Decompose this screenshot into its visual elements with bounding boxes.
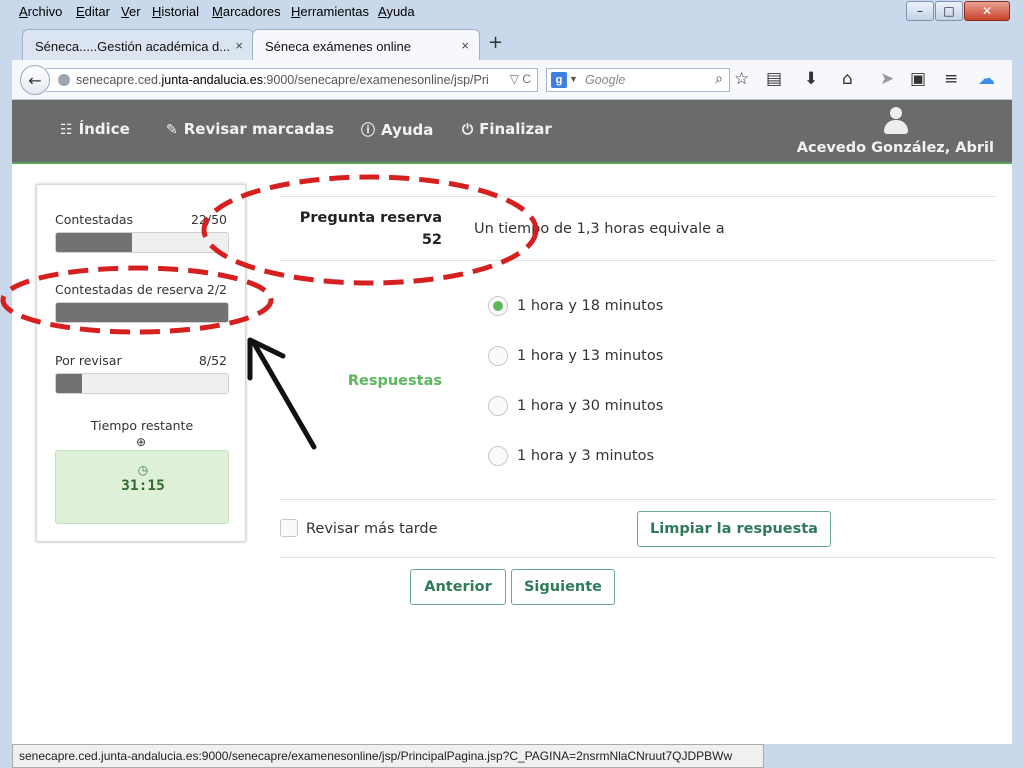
previous-button[interactable]: Anterior — [410, 569, 506, 605]
nav-label: Finalizar — [479, 120, 552, 138]
new-tab-button[interactable]: + — [488, 32, 503, 53]
divider — [280, 557, 996, 558]
time-remaining-value: 31:15 — [121, 478, 165, 494]
answer-option-1[interactable]: 1 hora y 18 minutos — [488, 295, 663, 317]
globe-icon — [58, 74, 70, 86]
maximize-button[interactable]: □ — [935, 1, 963, 21]
timer-box: ◷ 31:15 — [55, 450, 229, 524]
tab-seneca-gestion[interactable]: Séneca.....Gestión académica d... × — [22, 29, 254, 60]
divider — [280, 260, 996, 261]
clear-answer-button[interactable]: Limpiar la respuesta — [637, 511, 831, 547]
nav-label: Revisar marcadas — [183, 120, 334, 138]
exam-header: ☷ Índice ✎ Revisar marcadas ⓘ Ayuda ⏻ Finali… — [12, 100, 1012, 164]
radio-button[interactable] — [488, 346, 508, 366]
nav-finalizar[interactable]: ⏻ Finalizar — [462, 120, 552, 138]
search-icon[interactable]: ⌕ — [715, 70, 723, 87]
menu-ayuda[interactable]: Ayuda — [378, 4, 415, 19]
bookmarks-list-icon[interactable]: ▤ — [766, 70, 782, 88]
question-number: 52 — [421, 232, 442, 248]
search-input[interactable]: g ▼ Google ⌕ — [546, 68, 730, 92]
reserve-progress-bar — [55, 302, 229, 323]
answers-label: Respuestas — [347, 373, 442, 389]
review-label: Por revisar — [55, 353, 122, 368]
chevron-down-icon[interactable]: ▼ — [569, 74, 578, 84]
nav-label: Índice — [78, 120, 130, 138]
clock-icon: ◷ — [137, 463, 149, 477]
nav-ayuda[interactable]: ⓘ Ayuda — [361, 120, 433, 140]
question-text: Un tiempo de 1,3 horas equivale a — [474, 221, 725, 237]
close-window-button[interactable]: ✕ — [964, 1, 1010, 21]
reload-icon[interactable]: ▽ C — [510, 72, 531, 86]
tab-seneca-examenes[interactable]: Séneca exámenes online × — [252, 29, 480, 60]
zoom-in-icon[interactable]: ⊕ — [136, 435, 146, 449]
download-icon[interactable]: ⬇ — [804, 70, 818, 88]
answer-label: 1 hora y 3 minutos — [517, 448, 655, 464]
tab-label: Séneca exámenes online — [265, 39, 411, 54]
menu-marcadores[interactable]: Marcadores — [212, 4, 281, 19]
answered-count: 22/50 — [190, 212, 227, 227]
back-arrow-icon: ← — [28, 70, 42, 90]
tab-strip: Séneca.....Gestión académica d... × Séne… — [0, 26, 1024, 60]
address-bar[interactable]: senecapre.ced.junta-andalucia.es:9000/se… — [46, 68, 538, 92]
answer-label: 1 hora y 30 minutos — [517, 398, 664, 414]
divider — [280, 499, 996, 500]
menu-herramientas[interactable]: Herramientas — [291, 4, 369, 19]
menu-archivo[interactable]: Archivo — [19, 4, 62, 19]
google-icon: g — [551, 72, 567, 88]
minimize-button[interactable]: – — [906, 1, 934, 21]
menu-bar: Archivo Editar Ver Historial Marcadores … — [0, 0, 1024, 24]
menu-historial[interactable]: Historial — [152, 4, 199, 19]
answer-option-2[interactable]: 1 hora y 13 minutos — [488, 345, 663, 367]
question-title: Pregunta reserva — [299, 210, 442, 226]
divider — [280, 196, 996, 197]
review-progress-bar — [55, 373, 229, 394]
answered-label: Contestadas — [55, 212, 134, 227]
navigation-bar: senecapre.ced.junta-andalucia.es:9000/se… — [12, 60, 1012, 100]
answer-label: 1 hora y 18 minutos — [517, 298, 664, 314]
url-domain: junta-andalucia.es — [161, 73, 263, 87]
search-placeholder: Google — [585, 73, 626, 87]
time-remaining-label: Tiempo restante — [90, 418, 194, 433]
review-count: 8/52 — [198, 353, 227, 368]
tab-label: Séneca.....Gestión académica d... — [35, 39, 231, 54]
exam-page: ☷ Índice ✎ Revisar marcadas ⓘ Ayuda ⏻ Finali… — [12, 100, 1012, 744]
tab-close-icon[interactable]: × — [235, 38, 243, 53]
cloud-icon[interactable]: ☁ — [978, 70, 995, 88]
screenshot-icon[interactable]: ▣ — [910, 70, 926, 88]
user-icon — [883, 107, 909, 135]
answer-label: 1 hora y 13 minutos — [517, 348, 664, 364]
sitemap-icon: ☷ — [60, 122, 73, 138]
reserve-label: Contestadas de reserva — [55, 282, 204, 297]
menu-icon[interactable]: ≡ — [944, 70, 958, 88]
reserve-count: 2/2 — [206, 282, 227, 297]
review-later-checkbox[interactable] — [280, 519, 298, 537]
menu-ver[interactable]: Ver — [121, 4, 141, 19]
nav-indice[interactable]: ☷ Índice — [60, 120, 130, 138]
answer-option-4[interactable]: 1 hora y 3 minutos — [488, 445, 654, 467]
radio-button[interactable] — [488, 446, 508, 466]
back-button[interactable]: ← — [20, 65, 50, 95]
menu-editar[interactable]: Editar — [76, 4, 110, 19]
window-controls: – □ ✕ — [905, 1, 1010, 21]
pencil-icon: ✎ — [166, 122, 178, 138]
send-icon[interactable]: ➤ — [880, 70, 894, 88]
next-button[interactable]: Siguiente — [511, 569, 615, 605]
radio-button[interactable] — [488, 296, 508, 316]
answer-option-3[interactable]: 1 hora y 30 minutos — [488, 395, 663, 417]
nav-revisar-marcadas[interactable]: ✎ Revisar marcadas — [166, 120, 334, 138]
progress-panel: Contestadas 22/50 Contestadas de reserva… — [36, 184, 246, 542]
answered-progress-bar — [55, 232, 229, 253]
tab-close-icon[interactable]: × — [461, 38, 469, 53]
info-icon: ⓘ — [361, 123, 375, 139]
bookmark-star-icon[interactable]: ☆ — [734, 70, 749, 88]
user-name: Acevedo González, Abril — [796, 140, 994, 156]
url-prefix: senecapre.ced. — [76, 73, 162, 87]
radio-button[interactable] — [488, 396, 508, 416]
review-later-label: Revisar más tarde — [306, 521, 438, 537]
nav-label: Ayuda — [381, 121, 434, 139]
home-icon[interactable]: ⌂ — [842, 70, 853, 88]
power-icon: ⏻ — [462, 122, 474, 138]
url-path: :9000/senecapre/examenesonline/jsp/Pri — [262, 73, 489, 87]
status-bar: senecapre.ced.junta-andalucia.es:9000/se… — [12, 744, 764, 768]
